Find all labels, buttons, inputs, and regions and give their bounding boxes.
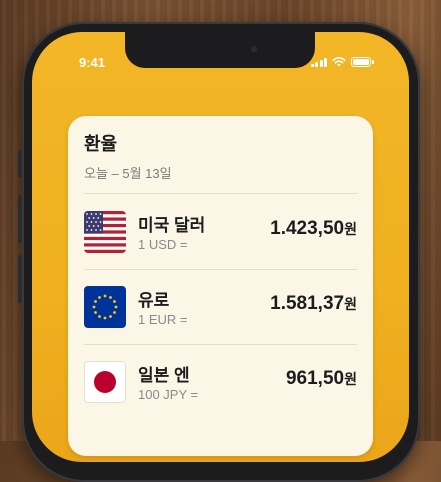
wifi-icon bbox=[332, 57, 346, 67]
currency-unit: 100 JPY = bbox=[138, 387, 199, 402]
won-suffix: 원 bbox=[344, 221, 357, 237]
volume-down-button bbox=[18, 255, 22, 303]
exchange-rate-value: 961,50원 bbox=[286, 368, 357, 390]
rate-row-jpy: 일본 엔 100 JPY = 961,50원 bbox=[84, 351, 357, 411]
notch bbox=[125, 32, 315, 68]
status-time: 9:41 bbox=[79, 55, 106, 70]
exchange-rate-widget[interactable]: 환율 오늘 – 5월 13일 미국 달러 1 USD = 1.423,50원 유… bbox=[68, 116, 373, 456]
side-button bbox=[18, 150, 22, 178]
divider bbox=[84, 344, 357, 345]
volume-up-button bbox=[18, 195, 22, 243]
us-flag-icon bbox=[84, 211, 126, 253]
status-icons bbox=[310, 57, 374, 67]
divider bbox=[84, 269, 357, 270]
currency-name: 일본 엔 bbox=[138, 366, 190, 385]
eu-flag-icon bbox=[84, 286, 126, 328]
cellular-signal-icon bbox=[310, 57, 327, 67]
rate-amount: 961,50 bbox=[285, 368, 345, 389]
japan-flag-icon bbox=[84, 361, 126, 403]
currency-name: 유로 bbox=[138, 291, 170, 310]
currency-unit: 1 USD = bbox=[138, 237, 188, 252]
home-screen: 9:41 환율 오늘 – 5월 13일 미국 달러 1 USD = 1.423,… bbox=[32, 32, 409, 462]
widget-title: 환율 bbox=[84, 134, 118, 154]
battery-icon bbox=[351, 57, 371, 67]
rate-row-usd: 미국 달러 1 USD = 1.423,50원 bbox=[84, 201, 357, 261]
currency-unit: 1 EUR = bbox=[138, 312, 188, 327]
widget-date: 오늘 – 5월 13일 bbox=[84, 166, 172, 181]
rate-amount: 1.581,37 bbox=[270, 293, 345, 314]
rate-row-eur: 유로 1 EUR = 1.581,37원 bbox=[84, 276, 357, 336]
battery-tip bbox=[372, 60, 374, 64]
currency-name: 미국 달러 bbox=[138, 216, 206, 235]
front-camera-icon bbox=[251, 46, 257, 52]
divider bbox=[84, 193, 357, 194]
won-suffix: 원 bbox=[344, 296, 357, 312]
rate-amount: 1.423,50 bbox=[270, 218, 345, 239]
exchange-rate-value: 1.423,50원 bbox=[270, 218, 357, 240]
exchange-rate-value: 1.581,37원 bbox=[270, 293, 357, 315]
won-suffix: 원 bbox=[344, 371, 357, 387]
